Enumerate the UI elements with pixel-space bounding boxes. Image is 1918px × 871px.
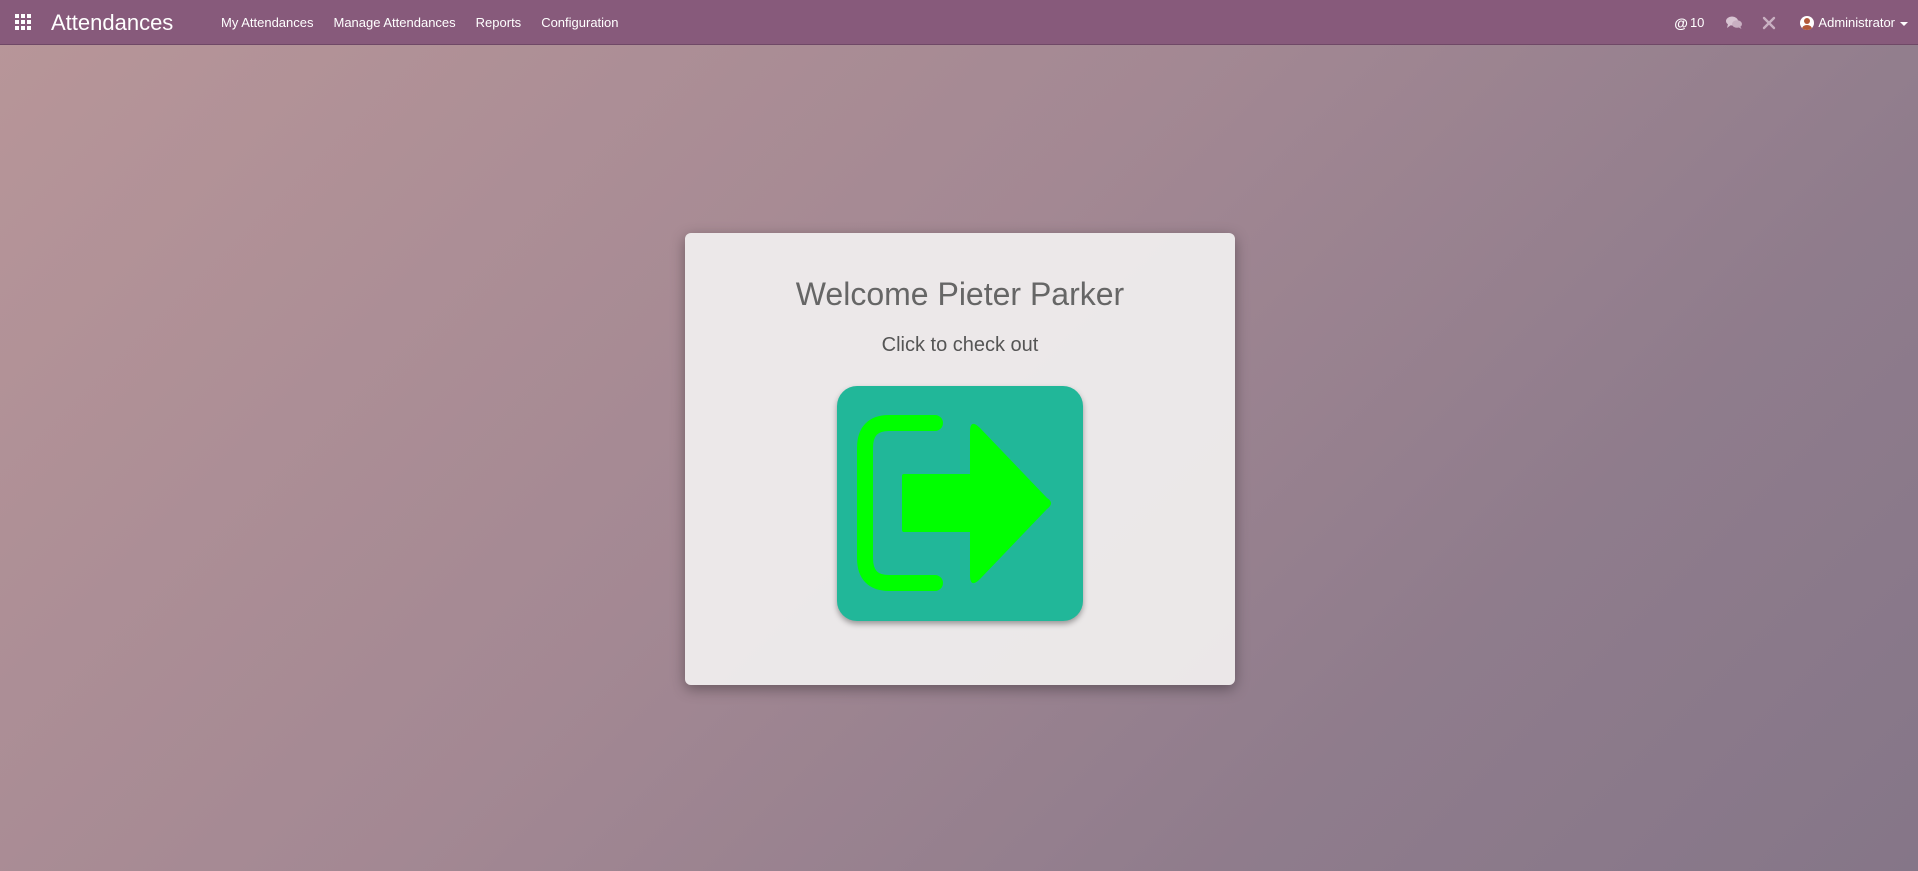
menu-item-my-attendances[interactable]: My Attendances xyxy=(211,0,324,45)
app-title[interactable]: Attendances xyxy=(51,10,173,36)
sign-out-icon xyxy=(857,415,1051,591)
menu-item-reports[interactable]: Reports xyxy=(466,0,532,45)
debug-button[interactable] xyxy=(1762,16,1776,30)
messages-button[interactable] xyxy=(1726,16,1743,30)
check-out-instruction: Click to check out xyxy=(881,334,1039,356)
systray: @ 10 Administrator xyxy=(1658,0,1908,45)
mentions-count: 10 xyxy=(1689,15,1705,30)
grid-apps-icon[interactable] xyxy=(15,14,32,31)
welcome-heading: Welcome Pieter Parker xyxy=(795,276,1125,312)
mentions-button[interactable]: @ 10 xyxy=(1674,15,1704,31)
user-menu[interactable]: Administrator xyxy=(1800,15,1908,30)
chevron-down-icon xyxy=(1900,21,1908,26)
menu-item-manage-attendances[interactable]: Manage Attendances xyxy=(324,0,466,45)
user-name: Administrator xyxy=(1818,15,1895,30)
main-menu: My Attendances Manage Attendances Report… xyxy=(211,0,629,45)
top-navbar: Attendances My Attendances Manage Attend… xyxy=(0,0,1918,45)
kiosk-card: Welcome Pieter Parker Click to check out xyxy=(685,233,1235,685)
avatar xyxy=(1800,15,1815,30)
bug-tools-icon xyxy=(1763,16,1776,29)
check-out-button[interactable] xyxy=(837,386,1083,621)
chat-bubbles-icon xyxy=(1726,16,1743,29)
at-icon: @ xyxy=(1674,14,1688,31)
menu-item-configuration[interactable]: Configuration xyxy=(531,0,628,45)
